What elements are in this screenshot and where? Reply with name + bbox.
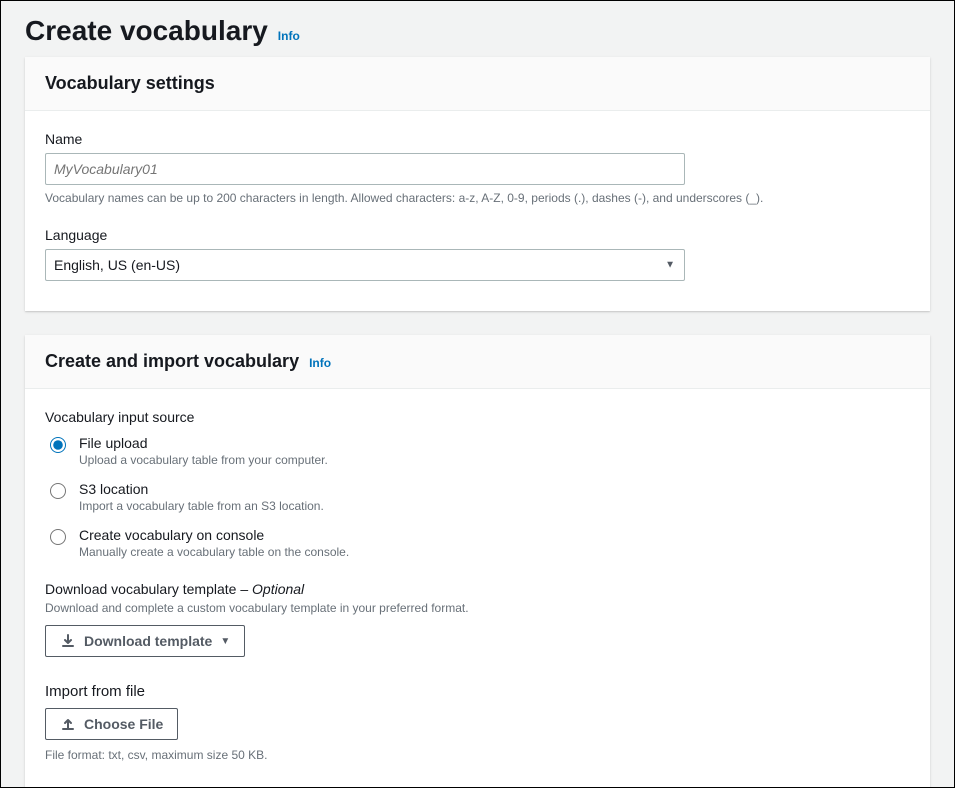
radio-s3-location-label: S3 location — [79, 481, 324, 497]
choose-file-button[interactable]: Choose File — [45, 708, 178, 740]
language-select[interactable]: English, US (en-US) — [45, 249, 685, 281]
panel-vocabulary-settings: Vocabulary settings Name Vocabulary name… — [25, 57, 930, 311]
choose-file-label: Choose File — [84, 716, 163, 732]
panel-title-settings: Vocabulary settings — [45, 73, 215, 94]
info-link-import[interactable]: Info — [309, 356, 331, 370]
name-label: Name — [45, 131, 910, 147]
panel-title-import: Create and import vocabulary — [45, 351, 299, 372]
radio-s3-location-desc: Import a vocabulary table from an S3 loc… — [79, 499, 324, 513]
download-heading-optional: Optional — [252, 581, 304, 597]
name-input[interactable] — [45, 153, 685, 185]
language-label: Language — [45, 227, 910, 243]
radio-console-label: Create vocabulary on console — [79, 527, 349, 543]
input-source-label: Vocabulary input source — [45, 409, 910, 425]
download-template-label: Download template — [84, 633, 212, 649]
language-value: English, US (en-US) — [54, 257, 180, 273]
radio-file-upload[interactable] — [50, 437, 66, 453]
name-hint: Vocabulary names can be up to 200 charac… — [45, 191, 910, 205]
panel-create-import: Create and import vocabulary Info Vocabu… — [25, 335, 930, 788]
radio-console[interactable] — [50, 529, 66, 545]
radio-console-desc: Manually create a vocabulary table on th… — [79, 545, 349, 559]
file-format-hint: File format: txt, csv, maximum size 50 K… — [45, 748, 910, 762]
download-icon — [60, 633, 76, 649]
radio-file-upload-label: File upload — [79, 435, 328, 451]
caret-down-icon: ▼ — [220, 636, 230, 647]
download-heading-prefix: Download vocabulary template – — [45, 581, 252, 597]
radio-s3-location[interactable] — [50, 483, 66, 499]
download-template-hint: Download and complete a custom vocabular… — [45, 601, 910, 615]
download-template-heading: Download vocabulary template – Optional — [45, 581, 910, 597]
page-title: Create vocabulary — [25, 15, 268, 47]
upload-icon — [60, 716, 76, 732]
info-link-header[interactable]: Info — [278, 29, 300, 43]
radio-file-upload-desc: Upload a vocabulary table from your comp… — [79, 453, 328, 467]
download-template-button[interactable]: Download template ▼ — [45, 625, 245, 657]
import-from-file-heading: Import from file — [45, 683, 910, 700]
